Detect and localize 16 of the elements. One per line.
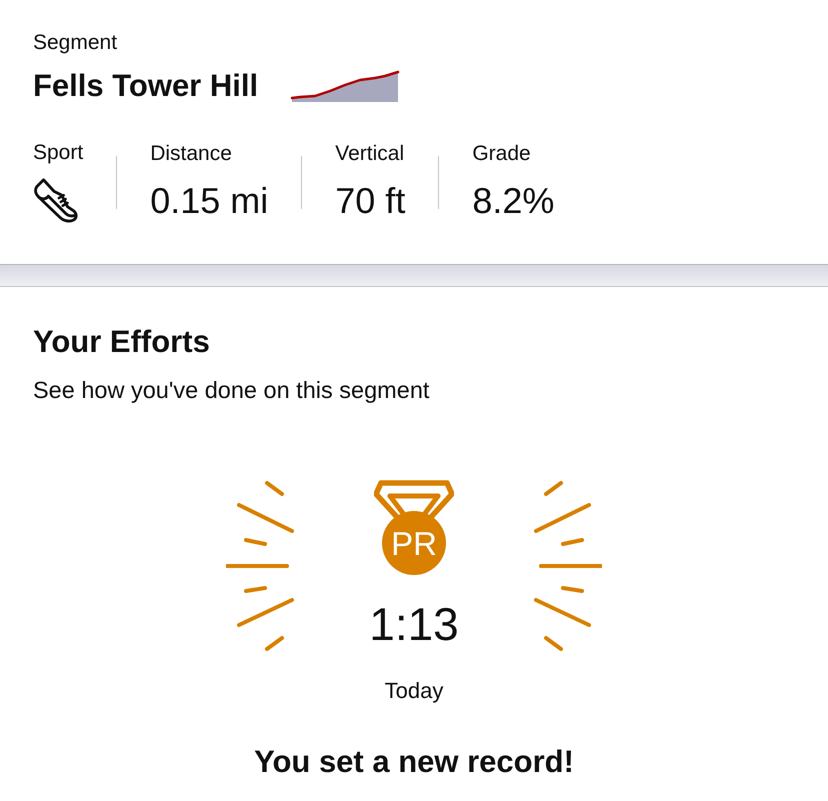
- pr-medal: PR: [374, 480, 454, 576]
- segment-title: Fells Tower Hill: [33, 68, 258, 104]
- effort-date: Today: [384, 677, 444, 705]
- section-title: Your Efforts: [33, 323, 210, 361]
- section-subtitle: See how you've done on this segment: [33, 376, 430, 405]
- segment-label: Segment: [33, 30, 118, 56]
- record-message: You set a new record!: [254, 743, 574, 781]
- effort-time: 1:13: [369, 597, 459, 651]
- stat-label: Grade: [472, 142, 531, 166]
- stat-value: 70 ft: [335, 180, 406, 222]
- stat-label: Distance: [150, 142, 232, 166]
- running-shoe-icon: [33, 177, 79, 223]
- stat-label: Vertical: [335, 142, 404, 166]
- stat-label: Sport: [33, 141, 84, 165]
- stat-value: 8.2%: [472, 180, 554, 222]
- stat-value: 0.15 mi: [150, 180, 268, 222]
